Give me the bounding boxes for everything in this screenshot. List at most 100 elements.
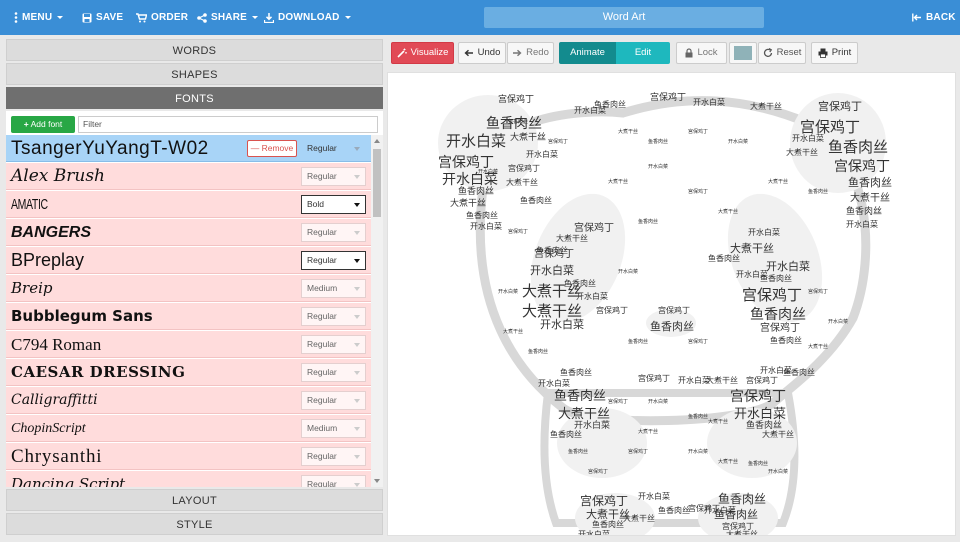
word-art-word[interactable]: 开水白菜	[538, 378, 570, 388]
word-art-word[interactable]: 宫保鸡丁	[808, 288, 828, 295]
word-art-word[interactable]: 大煮干丝	[718, 208, 738, 215]
font-row[interactable]: Breip Medium	[6, 275, 371, 302]
word-art-word[interactable]: 开水白菜	[638, 491, 670, 501]
word-art-word[interactable]: 宫保鸡丁	[588, 468, 608, 475]
undo-button[interactable]: Undo	[458, 42, 506, 64]
word-art-word[interactable]: 鱼香肉丝	[466, 210, 498, 220]
order-button[interactable]: ORDER	[136, 0, 188, 35]
word-art-word[interactable]: 大煮干丝	[556, 233, 588, 243]
word-art-word[interactable]: 大煮干丝	[808, 343, 828, 350]
word-art-word[interactable]: 开水白菜	[648, 163, 668, 170]
word-art-word[interactable]: 大煮干丝	[730, 241, 774, 255]
word-art-word[interactable]: 开水白菜	[540, 317, 584, 331]
word-art-word[interactable]: 开水白菜	[748, 227, 780, 237]
word-art-word[interactable]: 大煮干丝	[750, 101, 782, 111]
word-art-word[interactable]: 宫保鸡丁	[508, 163, 540, 173]
word-art-word[interactable]: 大煮干丝	[450, 197, 486, 209]
word-art-word[interactable]: 大煮干丝	[708, 418, 728, 425]
word-art-word[interactable]: 开水白菜	[792, 133, 824, 143]
word-art-word[interactable]: 鱼香肉丝	[550, 429, 582, 439]
section-shapes[interactable]: SHAPES	[6, 63, 383, 85]
share-button[interactable]: SHARE	[197, 0, 259, 35]
word-art-word[interactable]: 鱼香肉丝	[718, 492, 766, 506]
word-art-word[interactable]: 宫保鸡丁	[608, 398, 628, 405]
visualize-button[interactable]: Visualize	[391, 42, 454, 64]
font-row[interactable]: Bubblegum Sans Regular	[6, 303, 371, 330]
word-art-word[interactable]: 鱼香肉丝	[708, 253, 740, 263]
word-art-word[interactable]: 大煮干丝	[850, 191, 890, 204]
word-art-word[interactable]: 大煮干丝	[503, 328, 523, 335]
download-button[interactable]: DOWNLOAD	[264, 0, 351, 35]
word-art-word[interactable]: 宫保鸡丁	[688, 128, 708, 135]
word-art-word[interactable]: 开水白菜	[766, 259, 810, 273]
word-art-word[interactable]: 开水白菜	[728, 138, 748, 145]
word-art-word[interactable]: 鱼香肉丝	[714, 507, 758, 521]
word-art-word[interactable]: 宫保鸡丁	[574, 221, 614, 234]
scrollbar[interactable]	[371, 135, 383, 487]
word-art-word[interactable]: 鱼香肉丝	[770, 335, 802, 345]
word-art-word[interactable]: 大煮干丝	[768, 178, 788, 185]
word-art-word[interactable]: 开水白菜	[768, 468, 788, 475]
word-art-word[interactable]: 大煮干丝	[586, 507, 630, 521]
word-art-word[interactable]: 宫保鸡丁	[818, 99, 862, 113]
word-art-word[interactable]: 鱼香肉丝	[592, 519, 624, 529]
font-weight-select[interactable]: Regular	[301, 475, 366, 487]
word-art-word[interactable]: 宫保鸡丁	[596, 305, 628, 315]
word-art-word[interactable]: 鱼香肉丝	[520, 195, 552, 205]
word-art-word[interactable]: 大煮干丝	[618, 128, 638, 135]
font-weight-select[interactable]: Regular	[301, 223, 366, 242]
word-art-word[interactable]: 开水白菜	[618, 268, 638, 275]
word-art-word[interactable]: 大煮干丝	[638, 428, 658, 435]
word-art-word[interactable]: 开水白菜	[734, 406, 786, 422]
color-picker[interactable]	[729, 42, 757, 64]
word-art-word[interactable]: 大煮干丝	[510, 131, 546, 143]
word-art-word[interactable]: 鱼香肉丝	[808, 188, 828, 195]
word-art-word[interactable]: 鱼香肉丝	[568, 448, 588, 455]
scroll-down-icon[interactable]	[374, 479, 380, 483]
font-weight-select[interactable]: Regular	[301, 363, 366, 382]
font-row[interactable]: Dancing Script Regular	[6, 471, 371, 487]
word-art-word[interactable]: 开水白菜	[760, 365, 792, 375]
word-art-word[interactable]: 宫保鸡丁	[742, 286, 802, 304]
font-row[interactable]: BPreplay Regular	[6, 247, 371, 274]
word-art-word[interactable]: 鱼香肉丝	[650, 319, 694, 333]
font-weight-select[interactable]: Bold	[301, 195, 366, 214]
word-art-word[interactable]: 鱼香肉丝	[458, 185, 494, 197]
animate-tab[interactable]: Animate	[559, 42, 616, 64]
section-words[interactable]: WORDS	[6, 39, 383, 61]
word-art-word[interactable]: 宫保鸡丁	[548, 138, 568, 145]
font-weight-select[interactable]: Regular	[301, 391, 366, 410]
word-art-word[interactable]: 宫保鸡丁	[688, 338, 708, 345]
font-weight-select[interactable]: Medium	[301, 279, 366, 298]
word-art-word[interactable]: 宫保鸡丁	[730, 388, 786, 405]
edit-tab[interactable]: Edit	[616, 42, 670, 64]
word-art-word[interactable]: 鱼香肉丝	[648, 138, 668, 145]
word-art-word[interactable]: 开水白菜	[578, 529, 610, 535]
word-art-word[interactable]: 开水白菜	[648, 398, 668, 405]
section-layout[interactable]: LAYOUT	[6, 489, 383, 511]
word-art-word[interactable]: 大煮干丝	[726, 529, 758, 535]
word-art-word[interactable]: 鱼香肉丝	[628, 338, 648, 345]
word-art-word[interactable]: 大煮干丝	[786, 147, 818, 157]
font-row[interactable]: C794 Roman Regular	[6, 331, 371, 358]
reset-button[interactable]: Reset	[758, 42, 806, 64]
scroll-up-icon[interactable]	[374, 139, 380, 143]
filter-input[interactable]: Filter	[78, 116, 378, 133]
word-art-word[interactable]: 开水白菜	[688, 448, 708, 455]
section-style[interactable]: STYLE	[6, 513, 383, 535]
word-art-word[interactable]: 宫保鸡丁	[834, 158, 890, 175]
word-art-word[interactable]: 开水白菜	[574, 105, 606, 115]
word-art-word[interactable]: 鱼香肉丝	[638, 218, 658, 225]
word-art-word[interactable]: 宫保鸡丁	[638, 373, 670, 383]
word-art-word[interactable]: 鱼香肉丝	[750, 306, 806, 323]
font-row[interactable]: CAESAR DRESSING Regular	[6, 359, 371, 386]
word-art-word[interactable]: 开水白菜	[693, 97, 725, 107]
word-art-word[interactable]: 鱼香肉丝	[848, 175, 892, 189]
word-art-word[interactable]: 鱼香肉丝	[554, 388, 606, 404]
word-art-word[interactable]: 鱼香肉丝	[688, 413, 708, 420]
lock-button[interactable]: Lock	[676, 42, 727, 64]
word-art-word[interactable]: 大煮干丝	[558, 407, 610, 422]
document-title[interactable]: Word Art	[484, 7, 764, 28]
font-weight-select[interactable]: Medium	[301, 419, 366, 438]
word-art-word[interactable]: 鱼香肉丝	[846, 205, 882, 217]
